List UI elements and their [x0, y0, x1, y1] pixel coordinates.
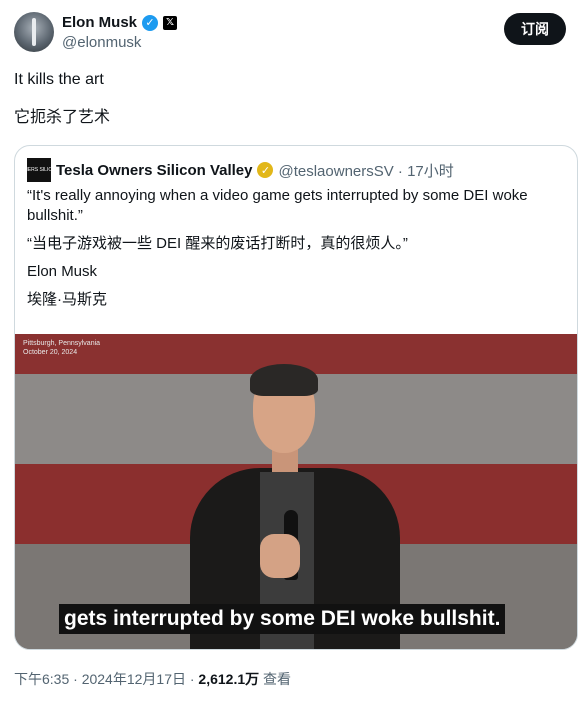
quoted-tweet[interactable]: TESLA OWNERS SILICON VALLEY Tesla Owners… [14, 145, 578, 650]
tweet-text-line1: It kills the art [14, 71, 104, 88]
author-avatar[interactable] [14, 12, 54, 52]
quote-author-avatar[interactable]: TESLA OWNERS SILICON VALLEY [15, 158, 79, 182]
gold-verified-icon: ✓ [257, 162, 274, 178]
quote-author-name[interactable]: Tesla Owners Silicon Valley [56, 162, 252, 179]
view-count: 2,612.1万 [198, 671, 260, 687]
speaker-hair [250, 364, 318, 396]
quote-text-zh: “当电子游戏被一些 DEI 醒来的废话打断时，真的很烦人。” [27, 235, 408, 252]
quote-header: TESLA OWNERS SILICON VALLEY Tesla Owners… [15, 158, 454, 182]
quote-attribution-en: Elon Musk [27, 263, 98, 280]
quote-attribution-zh: 埃隆·马斯克 [27, 291, 107, 308]
author-handle[interactable]: @elonmusk [62, 34, 141, 51]
verified-icon: ✓ [142, 14, 159, 31]
tweet-text-line2: 它扼杀了艺术 [14, 109, 111, 126]
location-text: Pittsburgh, Pennsylvania [23, 340, 101, 347]
quote-text-en: “It's really annoying when a video game … [27, 187, 528, 224]
video-caption: gets interrupted by some DEI woke bullsh… [59, 604, 506, 634]
views-label: 查看 [259, 671, 292, 687]
speaker-hand [260, 534, 300, 578]
video-player[interactable]: Pittsburgh, Pennsylvania October 20, 202… [15, 334, 577, 649]
date-text: October 20, 2024 [23, 349, 78, 356]
x-affiliate-icon: 𝕏 [163, 15, 178, 30]
author-name-row: Elon Musk ✓ 𝕏 [62, 14, 178, 31]
quote-handle-time[interactable]: @teslaownersSV · 17小时 [278, 160, 453, 181]
subscribe-button[interactable]: 订阅 [504, 13, 566, 45]
tweet-footer: 下午6:35 · 2024年12月17日 · 2,612.1万 查看 [14, 669, 291, 689]
author-name[interactable]: Elon Musk [62, 14, 137, 31]
timestamp[interactable]: 下午6:35 · 2024年12月17日 · [14, 671, 198, 687]
video-location-overlay: Pittsburgh, Pennsylvania October 20, 202… [23, 339, 100, 357]
tweet-header: Elon Musk ✓ 𝕏 @elonmusk 订阅 [14, 12, 574, 56]
rocket-image [32, 18, 36, 46]
